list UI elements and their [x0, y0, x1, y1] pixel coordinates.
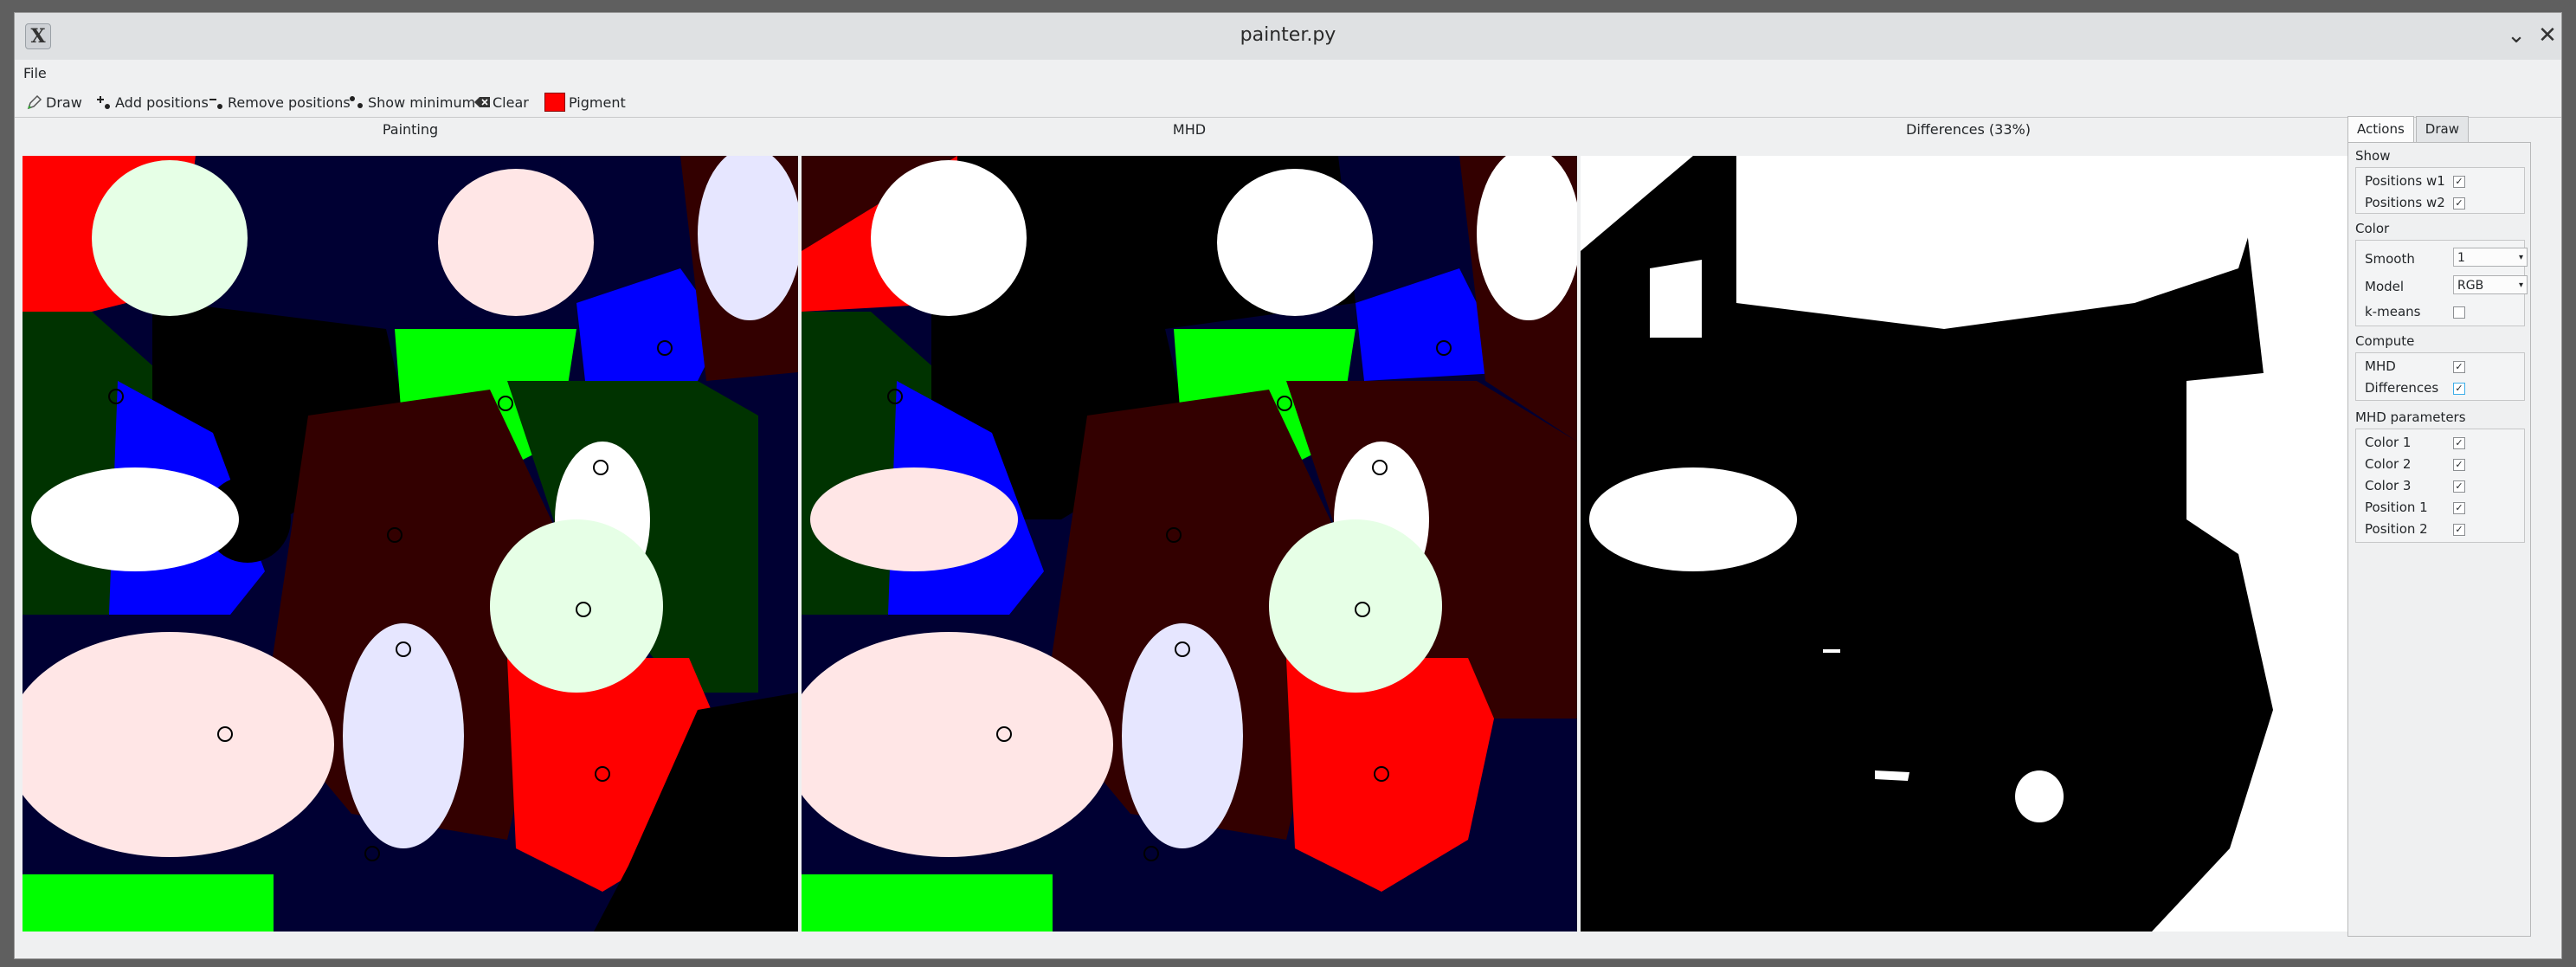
kmeans-checkbox[interactable] — [2453, 306, 2465, 319]
position2-label: Position 2 — [2365, 521, 2428, 537]
model-label: Model — [2365, 279, 2405, 294]
painting-image — [23, 156, 798, 932]
toolbar: Draw Add positions Remove positions Show… — [15, 86, 2561, 118]
painting-panel-title: Painting — [382, 121, 439, 138]
color2-checkbox[interactable]: ✓ — [2453, 459, 2465, 471]
position1-checkbox[interactable]: ✓ — [2453, 502, 2465, 514]
chevron-down-icon: ▾ — [2518, 253, 2523, 262]
menu-file[interactable]: File — [23, 65, 47, 81]
remove-positions-button[interactable]: Remove positions — [209, 93, 351, 112]
actions-tab-body: Show Positions w1 ✓ Positions w2 ✓ Color… — [2347, 142, 2531, 937]
model-select[interactable]: RGB ▾ — [2453, 275, 2528, 294]
add-positions-label: Add positions — [115, 93, 209, 111]
differences-image — [1581, 156, 2356, 932]
compute-group: MHD ✓ Differences ✓ — [2355, 352, 2525, 401]
pigment-label: Pigment — [569, 93, 626, 111]
smooth-label: Smooth — [2365, 251, 2415, 267]
mhd-compute-checkbox[interactable]: ✓ — [2453, 361, 2465, 373]
differences-panel-title: Differences (33%) — [1906, 121, 2031, 138]
mhd-panel-title: MHD — [1172, 121, 1207, 138]
menu-bar: File — [15, 60, 2561, 86]
show-group: Positions w1 ✓ Positions w2 ✓ — [2355, 167, 2525, 214]
backspace-icon — [473, 94, 490, 110]
smooth-value: 1 — [2457, 251, 2465, 265]
add-positions-button[interactable]: Add positions — [96, 93, 209, 112]
smooth-select[interactable]: 1 ▾ — [2453, 248, 2528, 267]
pigment-button[interactable]: Pigment — [544, 93, 626, 112]
window-title: painter.py — [1240, 24, 1336, 46]
color3-label: Color 3 — [2365, 478, 2412, 493]
clear-label: Clear — [493, 93, 529, 111]
close-icon[interactable]: ✕ — [2535, 23, 2560, 48]
side-tabs: Actions Draw — [2347, 116, 2470, 142]
differences-compute-label: Differences — [2365, 380, 2439, 396]
differences-compute-checkbox[interactable]: ✓ — [2453, 383, 2465, 395]
show-minimum-label: Show minimum — [368, 93, 476, 111]
color3-checkbox[interactable]: ✓ — [2453, 480, 2465, 493]
points-icon — [349, 94, 364, 110]
mhd-params-group: Color 1 ✓ Color 2 ✓ Color 3 ✓ Position 1… — [2355, 429, 2525, 543]
color-group-title: Color — [2355, 221, 2390, 236]
compute-group-title: Compute — [2355, 333, 2415, 349]
color2-label: Color 2 — [2365, 456, 2412, 472]
draw-label: Draw — [46, 93, 82, 111]
pigment-swatch — [544, 93, 565, 112]
painting-canvas[interactable] — [23, 156, 798, 932]
add-point-icon — [96, 94, 112, 110]
show-group-title: Show — [2355, 148, 2391, 164]
positions-w1-label: Positions w1 — [2365, 173, 2445, 189]
show-minimum-button[interactable]: Show minimum — [349, 93, 475, 112]
clear-button[interactable]: Clear — [473, 93, 529, 112]
position2-checkbox[interactable]: ✓ — [2453, 524, 2465, 536]
color-group: Smooth 1 ▾ Model RGB ▾ k-means — [2355, 240, 2528, 326]
mhd-canvas[interactable] — [802, 156, 1577, 932]
kmeans-label: k-means — [2365, 304, 2421, 319]
chevron-down-icon: ▾ — [2518, 280, 2523, 290]
position1-label: Position 1 — [2365, 500, 2428, 515]
tab-actions[interactable]: Actions — [2347, 116, 2414, 142]
color1-label: Color 1 — [2365, 435, 2412, 450]
remove-positions-label: Remove positions — [228, 93, 351, 111]
mhd-compute-label: MHD — [2365, 358, 2396, 374]
title-bar[interactable]: X painter.py ⌄ ✕ — [15, 13, 2561, 61]
tab-draw[interactable]: Draw — [2415, 116, 2469, 142]
positions-w1-checkbox[interactable]: ✓ — [2453, 176, 2465, 188]
positions-w2-checkbox[interactable]: ✓ — [2453, 197, 2465, 210]
side-panel: Actions Draw Show Positions w1 ✓ Positio… — [2346, 102, 2533, 938]
model-value: RGB — [2457, 279, 2484, 293]
chevron-down-icon[interactable]: ⌄ — [2504, 23, 2528, 48]
differences-canvas[interactable] — [1581, 156, 2356, 932]
pencil-icon — [27, 94, 42, 110]
positions-w2-label: Positions w2 — [2365, 195, 2445, 210]
color1-checkbox[interactable]: ✓ — [2453, 437, 2465, 449]
mhd-params-group-title: MHD parameters — [2355, 409, 2466, 425]
mhd-image — [802, 156, 1577, 932]
remove-point-icon — [209, 94, 224, 110]
draw-button[interactable]: Draw — [27, 93, 82, 112]
